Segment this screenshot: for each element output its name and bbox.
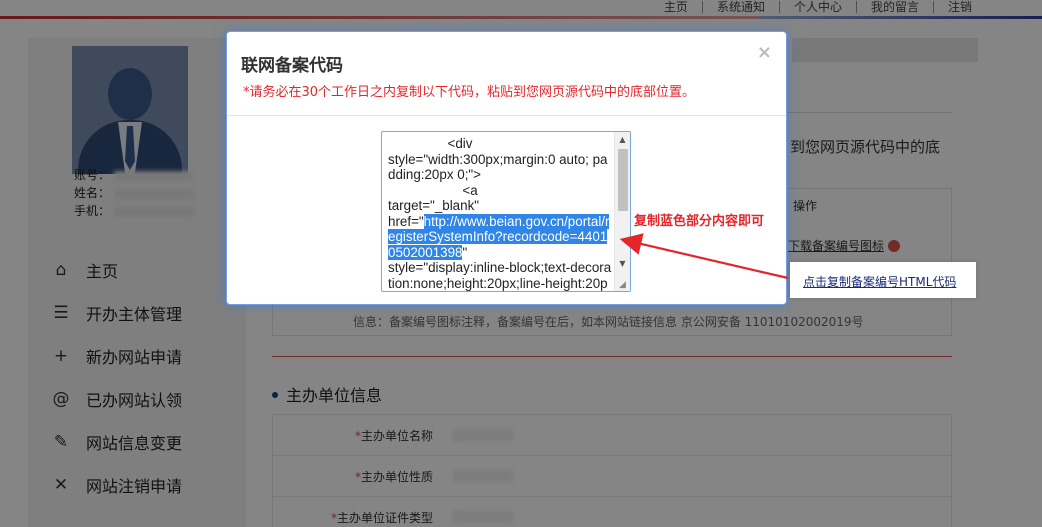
modal-title: 联网备案代码 — [241, 56, 343, 76]
copy-html-code-link[interactable]: 点击复制备案编号HTML代码 — [803, 273, 956, 290]
copy-hint: 复制蓝色部分内容即可 — [634, 214, 765, 229]
copy-callout: 点击复制备案编号HTML代码 — [790, 262, 976, 298]
code-content[interactable]: <div style="width:300px;margin:0 auto; p… — [388, 136, 614, 291]
modal-note: *请务必在30个工作日之内复制以下代码，粘贴到您网页源代码中的底部位置。 — [243, 85, 696, 100]
scroll-up-icon[interactable]: ▲ — [615, 132, 630, 147]
beian-code-modal: 联网备案代码 × *请务必在30个工作日之内复制以下代码，粘贴到您网页源代码中的… — [226, 31, 787, 305]
textarea-scrollbar[interactable]: ▲ ▼ — [614, 132, 630, 291]
code-textarea[interactable]: <div style="width:300px;margin:0 auto; p… — [381, 131, 631, 292]
close-icon[interactable]: × — [757, 42, 772, 63]
scroll-down-icon[interactable]: ▼ — [615, 256, 630, 271]
modal-header: 联网备案代码 × *请务必在30个工作日之内复制以下代码，粘贴到您网页源代码中的… — [227, 32, 786, 116]
resize-grip-icon[interactable]: ◢ — [619, 280, 629, 290]
scrollbar-thumb[interactable] — [618, 149, 628, 211]
